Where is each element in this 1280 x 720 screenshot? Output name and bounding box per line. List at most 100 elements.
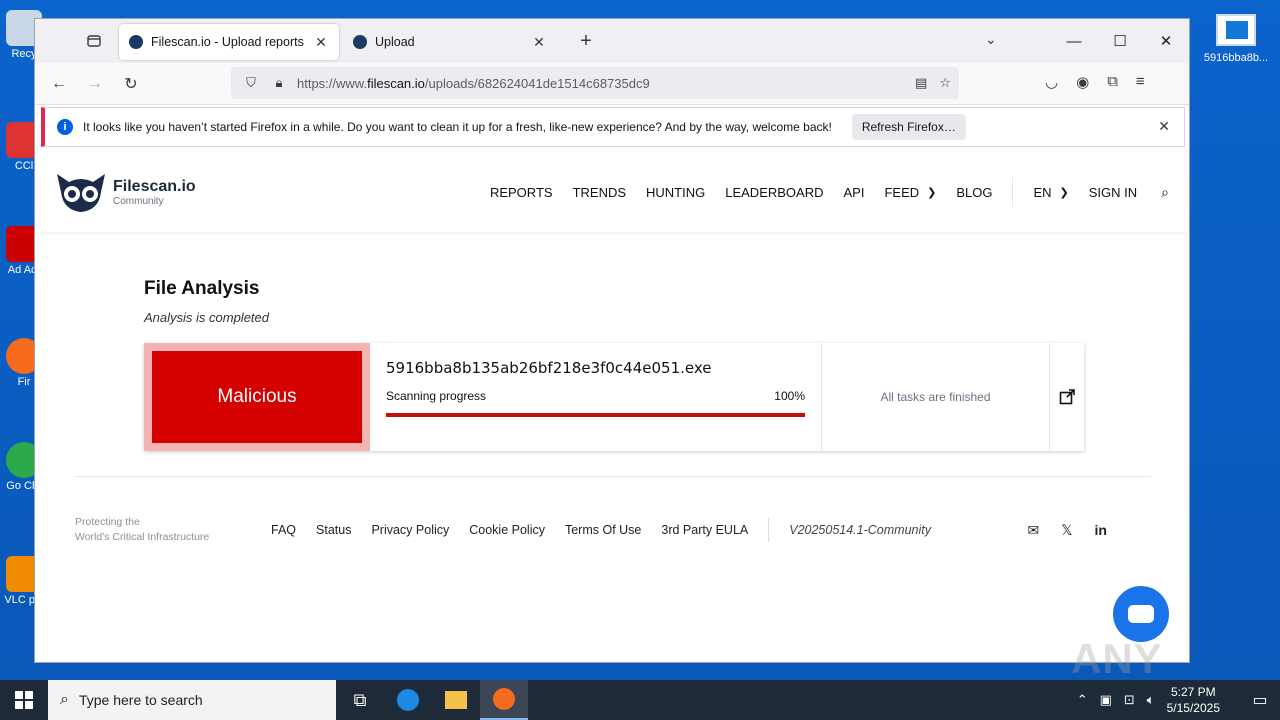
task-view-icon[interactable]: ⧉	[336, 680, 384, 720]
file-info: 5916bba8b135ab26bf218e3f0c44e051.exe Sca…	[370, 343, 822, 451]
footer-link-privacy-policy[interactable]: Privacy Policy	[371, 523, 449, 537]
desktop-icon-file[interactable]: 5916bba8b...	[1200, 14, 1272, 64]
bookmark-star-icon[interactable]: ☆	[939, 75, 951, 91]
open-report-external-icon[interactable]	[1050, 343, 1084, 451]
progress-fill	[386, 413, 805, 417]
email-icon[interactable]: ✉	[1028, 522, 1040, 539]
footer-tagline-line1: Protecting the	[75, 516, 140, 528]
extensions-icon[interactable]: ⧉	[1107, 73, 1118, 91]
chevron-down-icon: ❯	[1059, 186, 1069, 199]
social-links: ✉ 𝕏 in	[1028, 522, 1107, 539]
app-version: V20250514.1-Community	[789, 523, 931, 537]
filescan-logo[interactable]: Filescan.io Community	[55, 170, 196, 214]
clock-date: 5/15/2025	[1166, 701, 1220, 715]
reload-button[interactable]: ↻	[113, 74, 149, 94]
reader-view-icon[interactable]: ▤	[915, 75, 927, 91]
menu-divider	[1012, 177, 1014, 207]
menu-item-api[interactable]: API	[843, 185, 864, 200]
site-header: Filescan.io Community REPORTS TRENDS HUN…	[35, 152, 1189, 232]
main-menu: REPORTS TRENDS HUNTING LEADERBOARD API F…	[470, 177, 1189, 207]
chat-icon	[1128, 605, 1154, 623]
url-bar[interactable]: ⛉ 🔒︎ https://www. filescan.io/uploads/682…	[231, 67, 959, 99]
brand-name: Filescan.io	[113, 177, 196, 195]
window-controls: — ☐ ✕	[1051, 19, 1189, 63]
info-icon: i	[57, 119, 73, 135]
footer-link-third-party-eula[interactable]: 3rd Party EULA	[661, 523, 748, 537]
search-icon[interactable]: ⌕	[1161, 184, 1169, 201]
close-notification-icon[interactable]: ✕	[1158, 118, 1170, 135]
chevron-down-icon: ❯	[927, 186, 937, 199]
chat-support-button[interactable]	[1113, 586, 1169, 642]
menu-item-hunting[interactable]: HUNTING	[646, 185, 705, 200]
refresh-firefox-button[interactable]: Refresh Firefox…	[851, 114, 966, 140]
tab-upload[interactable]: Upload ✕	[343, 24, 557, 60]
tracking-protection-shield-icon[interactable]: ⛉	[241, 75, 261, 91]
maximize-button[interactable]: ☐	[1097, 32, 1143, 50]
language-selector[interactable]: EN ❯	[1033, 185, 1068, 200]
page-title: File Analysis	[144, 278, 260, 299]
firefox-taskbar-icon[interactable]	[480, 680, 528, 720]
footer-divider	[768, 518, 770, 542]
menu-item-leaderboard[interactable]: LEADERBOARD	[725, 185, 823, 200]
footer-link-terms-of-use[interactable]: Terms Of Use	[565, 523, 641, 537]
back-button[interactable]: ←	[41, 75, 77, 93]
linkedin-icon[interactable]: in	[1095, 522, 1107, 539]
x-twitter-icon[interactable]: 𝕏	[1061, 522, 1072, 539]
filescan-favicon-icon	[129, 35, 143, 49]
desktop-icon-label: Fir	[17, 376, 31, 388]
firefox-view-icon	[87, 35, 101, 47]
taskbar-search[interactable]: ⌕ Type here to search	[48, 680, 336, 720]
menu-item-feed-label: FEED	[884, 184, 920, 200]
tab-close-icon[interactable]: ✕	[531, 34, 547, 51]
language-label: EN	[1033, 184, 1052, 200]
notifications-icon[interactable]: ▭	[1240, 690, 1280, 710]
show-hidden-icons-chevron-icon[interactable]: ⌃	[1077, 692, 1088, 708]
footer-link-cookie-policy[interactable]: Cookie Policy	[469, 523, 545, 537]
menu-item-feed[interactable]: FEED ❯	[884, 185, 936, 200]
scan-result-card[interactable]: Malicious 5916bba8b135ab26bf218e3f0c44e0…	[144, 343, 1084, 451]
verdict-badge: Malicious	[152, 351, 362, 443]
desktop-icon-label: CCl	[14, 160, 34, 172]
firefox-view-button[interactable]	[79, 26, 109, 56]
network-icon[interactable]: ⊡	[1124, 692, 1135, 708]
tab-title: Filescan.io - Upload reports	[151, 35, 304, 49]
account-icon[interactable]: ◉	[1076, 73, 1089, 91]
browser-window: Filescan.io - Upload reports ✕ Upload ✕ …	[34, 18, 1190, 720]
url-prefix: https://www.	[297, 75, 368, 91]
close-window-button[interactable]: ✕	[1143, 32, 1189, 50]
menu-item-trends[interactable]: TRENDS	[573, 185, 626, 200]
tab-filescan-upload-reports[interactable]: Filescan.io - Upload reports ✕	[119, 24, 339, 60]
analysis-status: Analysis is completed	[144, 310, 269, 325]
menu-item-blog[interactable]: BLOG	[956, 185, 992, 200]
edge-icon[interactable]	[384, 680, 432, 720]
minimize-button[interactable]: —	[1051, 33, 1097, 50]
search-icon: ⌕	[60, 691, 69, 708]
progress-value: 100%	[774, 389, 805, 403]
menu-item-reports[interactable]: REPORTS	[490, 185, 553, 200]
url-host: filescan.io	[367, 75, 425, 91]
tab-close-icon[interactable]: ✕	[313, 34, 329, 51]
tab-title: Upload	[375, 35, 415, 49]
file-explorer-icon[interactable]	[432, 680, 480, 720]
new-tab-button[interactable]: +	[571, 30, 601, 53]
forward-button[interactable]: →	[77, 75, 113, 93]
footer-tagline: Protecting the World's Critical Infrastr…	[75, 515, 265, 545]
filescan-favicon-icon	[353, 35, 367, 49]
footer-link-faq[interactable]: FAQ	[271, 523, 296, 537]
windows-logo-icon	[15, 691, 33, 709]
start-button[interactable]	[0, 680, 48, 720]
lock-icon[interactable]: 🔒︎	[269, 75, 289, 91]
sign-in-link[interactable]: SIGN IN	[1089, 185, 1137, 200]
device-icon[interactable]: ▣	[1100, 692, 1112, 708]
clock-time: 5:27 PM	[1170, 685, 1216, 699]
clock[interactable]: 5:27 PM 5/15/2025	[1167, 684, 1220, 716]
pocket-icon[interactable]: ◡	[1045, 73, 1058, 91]
list-all-tabs-chevron-icon[interactable]: ⌄	[985, 31, 997, 48]
volume-icon[interactable]: 🔈︎	[1147, 692, 1155, 708]
brand-sub: Community	[113, 195, 164, 207]
footer-link-status[interactable]: Status	[316, 523, 351, 537]
refresh-firefox-notification: i It looks like you haven’t started Fire…	[41, 107, 1185, 147]
url-path: /uploads/682624041de1514c68735dc9	[424, 75, 650, 91]
executable-file-icon	[1216, 14, 1256, 46]
menu-hamburger-icon[interactable]: ≡	[1136, 73, 1145, 91]
